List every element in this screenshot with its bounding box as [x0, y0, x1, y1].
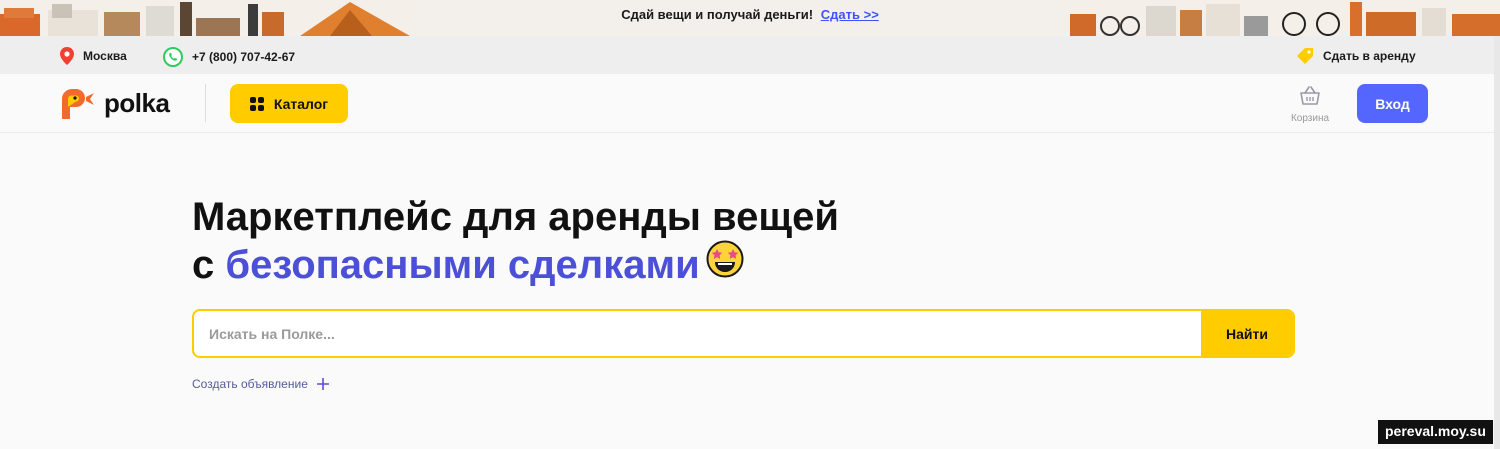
watermark: pereval.moy.su [1378, 420, 1493, 444]
phone-number: +7 (800) 707-42-67 [192, 50, 296, 64]
promo-text: Сдай вещи и получай деньги! [621, 7, 814, 22]
main-header: polka Каталог Корзина Вход [0, 74, 1500, 133]
location-pin-icon [60, 47, 74, 65]
promo-link[interactable]: Сдать >> [821, 7, 879, 22]
cart-button[interactable]: Корзина [1284, 86, 1336, 124]
catalog-label: Каталог [273, 95, 329, 112]
hero-title-accent: безопасными сделками [225, 243, 700, 287]
search-bar: Найти [192, 309, 1295, 358]
rent-out-link[interactable]: Сдать в аренду [1296, 47, 1416, 65]
logo[interactable]: polka [60, 88, 170, 119]
create-ad-label: Создать объявление [192, 377, 308, 391]
create-ad-link[interactable]: Создать объявление [192, 377, 329, 391]
promo-banner: Сдай вещи и получай деньги! Сдать >> [0, 0, 1500, 36]
basket-icon [1299, 86, 1321, 110]
hero-title-prefix: с [192, 243, 215, 287]
phone-contact[interactable]: +7 (800) 707-42-67 [163, 47, 295, 67]
hero-title-line2: с безопасными сделками [192, 240, 839, 289]
price-tag-icon [1296, 47, 1314, 65]
whatsapp-icon [163, 47, 183, 67]
logo-text: polka [104, 88, 170, 118]
hero-title-line1: Маркетплейс для аренды вещей [192, 195, 839, 239]
search-button[interactable]: Найти [1201, 311, 1293, 356]
hero-title: Маркетплейс для аренды вещей с безопасны… [192, 193, 839, 289]
search-input[interactable] [194, 311, 1203, 356]
polka-bird-logo-icon [62, 88, 94, 119]
promo-photo-collage-right [1066, 0, 1500, 36]
info-bar: Москва +7 (800) 707-42-67 Сдать в аренду [0, 36, 1500, 74]
city-selector[interactable]: Москва [60, 47, 127, 65]
cart-label: Корзина [1290, 113, 1330, 124]
login-button[interactable]: Вход [1357, 84, 1428, 123]
header-divider [205, 84, 206, 122]
star-struck-emoji-icon [706, 240, 744, 289]
catalog-button[interactable]: Каталог [230, 84, 348, 123]
scrollbar[interactable] [1494, 36, 1500, 449]
catalog-grid-icon [249, 96, 264, 111]
rent-out-label: Сдать в аренду [1323, 49, 1416, 63]
city-label: Москва [83, 49, 127, 63]
plus-icon [316, 378, 329, 390]
